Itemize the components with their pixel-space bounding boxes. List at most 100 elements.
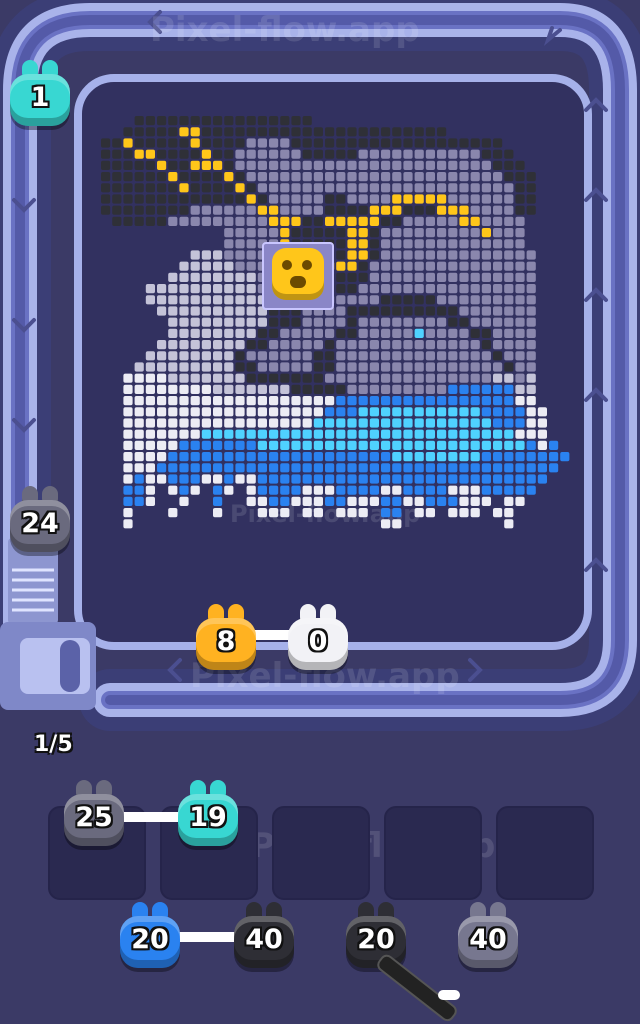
pixel-block xyxy=(134,116,144,126)
pixel-block xyxy=(470,172,480,182)
pixel-block xyxy=(325,452,335,462)
pixel-block xyxy=(470,160,480,170)
pixel-block xyxy=(168,351,178,361)
pixel-block xyxy=(504,149,514,159)
pixel-block xyxy=(336,216,346,226)
queue-unit[interactable]: 25 xyxy=(58,778,130,850)
pixel-block xyxy=(493,239,503,249)
pixel-block xyxy=(481,452,491,462)
pixel-block xyxy=(470,351,480,361)
pixel-block xyxy=(403,373,413,383)
pixel-block xyxy=(392,194,402,204)
pixel-art-canvas xyxy=(101,116,570,529)
pixel-block xyxy=(224,373,234,383)
pixel-block xyxy=(291,228,301,238)
pixel-block xyxy=(201,261,211,271)
pixel-block xyxy=(381,418,391,428)
queue-slot[interactable] xyxy=(272,806,370,900)
pixel-block xyxy=(134,429,144,439)
pixel-block xyxy=(414,373,424,383)
pixel-block xyxy=(123,396,133,406)
pixel-block xyxy=(145,485,155,495)
conveyor-unit[interactable]: 0 xyxy=(282,602,354,674)
queue-slot[interactable] xyxy=(384,806,482,900)
pixel-block xyxy=(302,463,312,473)
pixel-block xyxy=(257,407,267,417)
pixel-block xyxy=(157,429,167,439)
pixel-block xyxy=(414,295,424,305)
pixel-block xyxy=(168,284,178,294)
pixel-block xyxy=(369,328,379,338)
pixel-block xyxy=(336,127,346,137)
pixel-block xyxy=(515,474,525,484)
pixel-block xyxy=(470,138,480,148)
pixel-block xyxy=(369,429,379,439)
pixel-block xyxy=(257,149,267,159)
pixel-block xyxy=(437,496,447,506)
pixel-block xyxy=(515,440,525,450)
pixel-block xyxy=(448,272,458,282)
pixel-block xyxy=(213,496,223,506)
pixel-block xyxy=(213,160,223,170)
pixel-block xyxy=(470,463,480,473)
pixel-block xyxy=(313,228,323,238)
pixel-block xyxy=(291,340,301,350)
pixel-block xyxy=(291,351,301,361)
pixel-block xyxy=(224,172,234,182)
pixel-block xyxy=(190,429,200,439)
pixel-block xyxy=(280,384,290,394)
pixel-block xyxy=(101,205,111,215)
pixel-block xyxy=(481,272,491,282)
pixel-block xyxy=(280,160,290,170)
track-unit[interactable]: 24 xyxy=(4,484,76,556)
pixel-block xyxy=(123,440,133,450)
pixel-block xyxy=(448,284,458,294)
pixel-block xyxy=(179,205,189,215)
reserve-unit[interactable]: 20 xyxy=(340,900,412,972)
pixel-block xyxy=(280,440,290,450)
pixel-block xyxy=(414,452,424,462)
reserve-unit[interactable]: 20 xyxy=(114,900,186,972)
pixel-block xyxy=(157,306,167,316)
pixel-block xyxy=(493,485,503,495)
pixel-block xyxy=(470,149,480,159)
reserve-unit[interactable]: 40 xyxy=(228,900,300,972)
queue-slot[interactable] xyxy=(496,806,594,900)
pixel-block xyxy=(358,508,368,518)
pixel-block xyxy=(392,328,402,338)
pixel-block xyxy=(403,452,413,462)
queue-unit[interactable]: 19 xyxy=(172,778,244,850)
pixel-block xyxy=(325,474,335,484)
pixel-block xyxy=(369,261,379,271)
pixel-block xyxy=(358,295,368,305)
conveyor-unit[interactable]: 8 xyxy=(190,602,262,674)
pixel-block xyxy=(145,295,155,305)
pixel-block xyxy=(437,317,447,327)
pixel-block xyxy=(448,407,458,417)
pixel-block xyxy=(493,216,503,226)
pixel-block xyxy=(425,239,435,249)
pixel-block xyxy=(269,194,279,204)
pixel-block xyxy=(201,272,211,282)
pixel-block xyxy=(145,373,155,383)
pixel-block xyxy=(134,384,144,394)
pixel-block xyxy=(403,384,413,394)
pixel-block xyxy=(302,216,312,226)
pixel-block xyxy=(235,373,245,383)
pixel-block xyxy=(515,418,525,428)
pixel-block xyxy=(515,272,525,282)
pixel-block xyxy=(224,440,234,450)
pixel-block xyxy=(145,172,155,182)
pixel-block xyxy=(493,317,503,327)
pixel-block xyxy=(504,328,514,338)
pixel-block xyxy=(347,216,357,226)
pixel-block xyxy=(537,407,547,417)
reserve-unit[interactable]: 40 xyxy=(452,900,524,972)
pixel-block xyxy=(269,228,279,238)
pixel-block xyxy=(369,452,379,462)
pixel-block xyxy=(246,328,256,338)
track-unit[interactable]: 1 xyxy=(4,58,76,130)
pixel-block xyxy=(526,183,536,193)
unit-count: 20 xyxy=(357,924,395,955)
pixel-block xyxy=(291,328,301,338)
